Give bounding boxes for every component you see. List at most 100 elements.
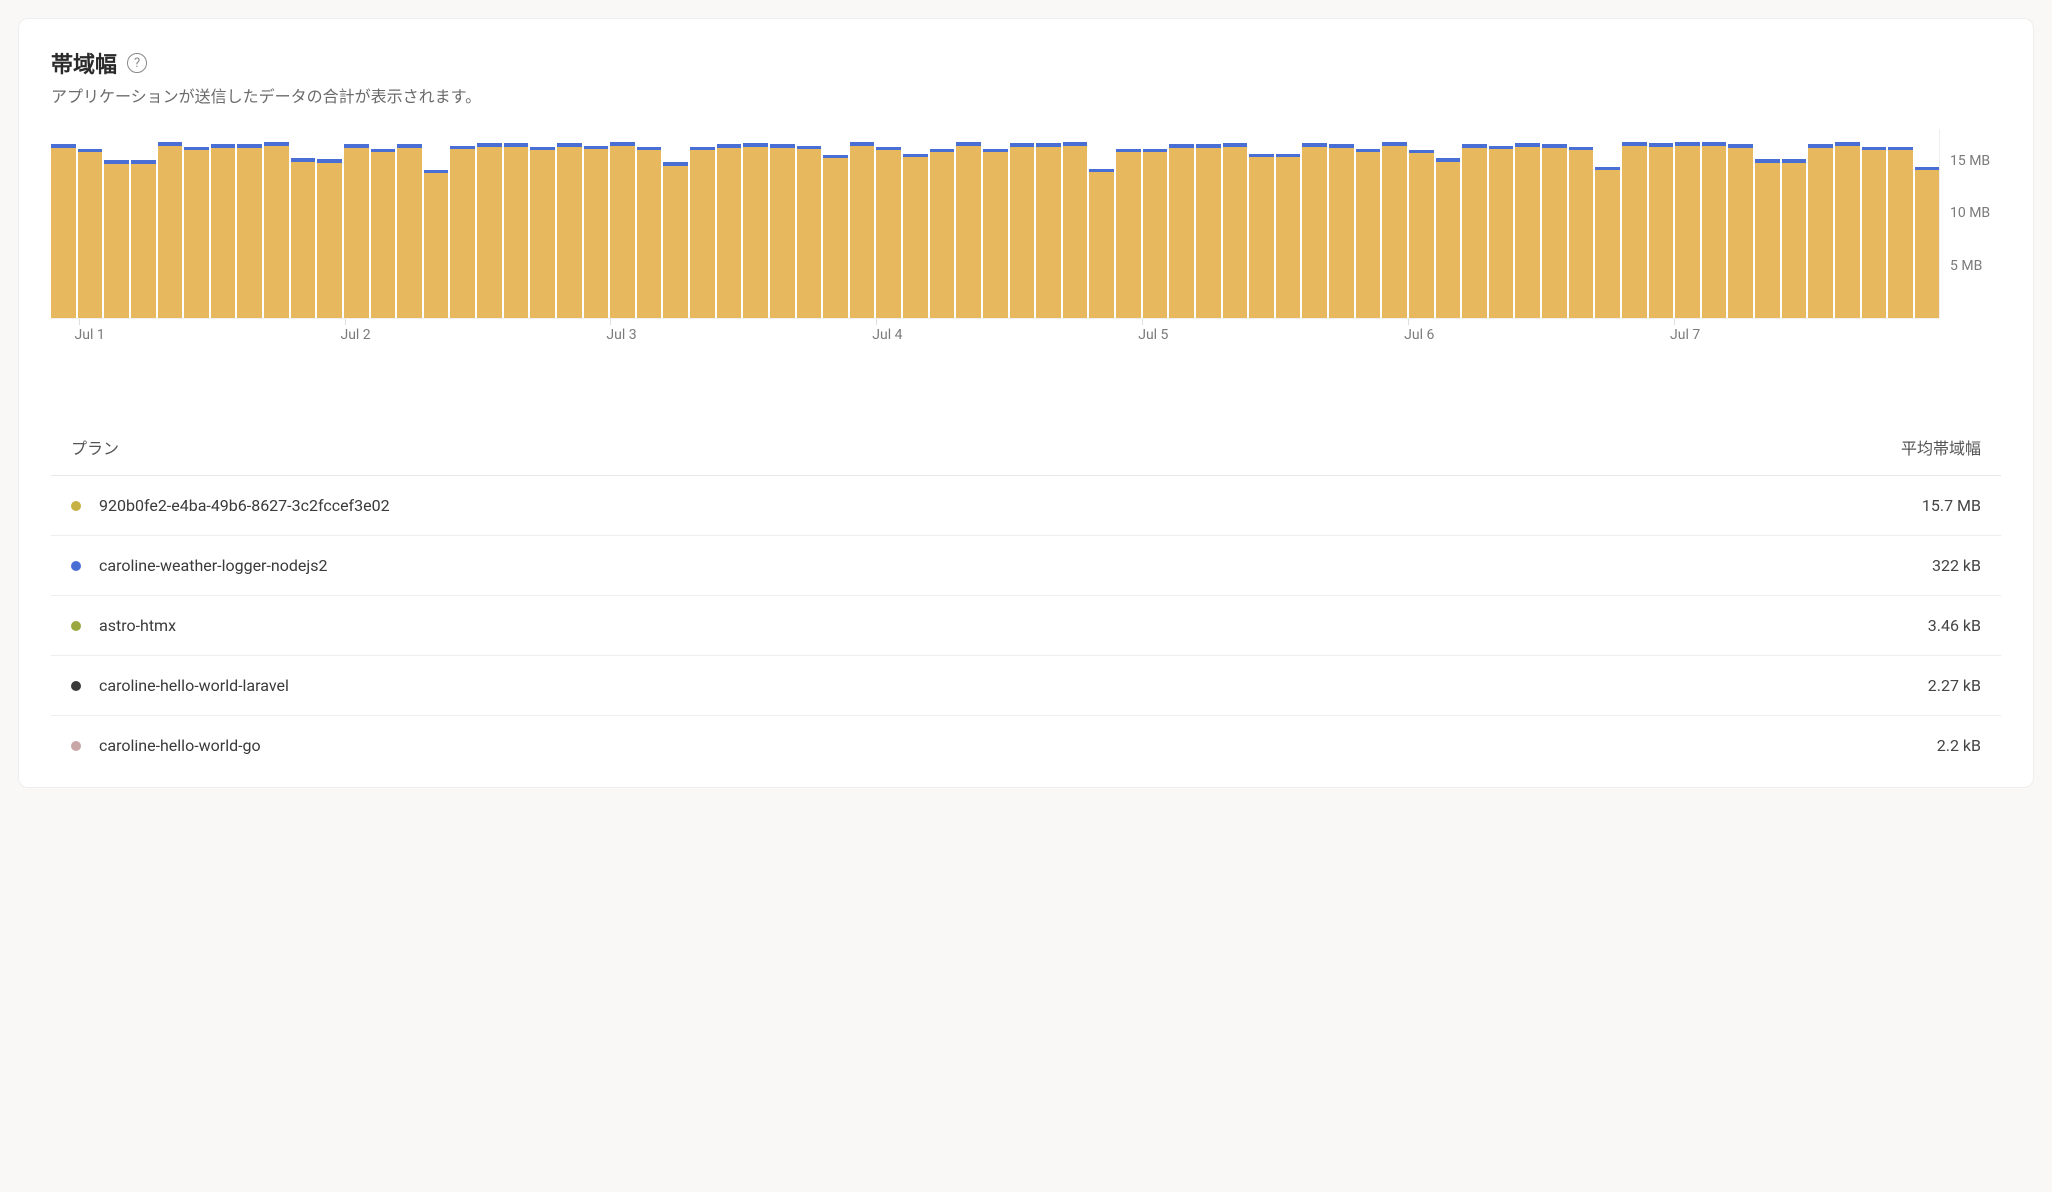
chart-bar[interactable] [1196,129,1221,318]
chart-bar[interactable] [371,129,396,318]
chart-bar[interactable] [450,129,475,318]
chart-bar[interactable] [1702,129,1727,318]
chart-bar[interactable] [1542,129,1567,318]
table-row[interactable]: caroline-hello-world-laravel2.27 kB [51,656,2001,716]
chart-bar-segment-primary [1223,147,1248,318]
chart-bar[interactable] [317,129,342,318]
chart-bar[interactable] [1302,129,1327,318]
chart-bar[interactable] [743,129,768,318]
chart-bar[interactable] [823,129,848,318]
chart-bar[interactable] [717,129,742,318]
chart-bar[interactable] [876,129,901,318]
chart-bar[interactable] [1036,129,1061,318]
chart-bar[interactable] [1249,129,1274,318]
chart-bar[interactable] [663,129,688,318]
chart-bar[interactable] [584,129,609,318]
plan-name: 920b0fe2-e4ba-49b6-8627-3c2fccef3e02 [99,496,390,515]
y-axis-tick: 5 MB [1950,258,1982,274]
help-icon[interactable]: ? [127,53,147,73]
chart-bar[interactable] [291,129,316,318]
chart-bar[interactable] [610,129,635,318]
chart-bar[interactable] [1143,129,1168,318]
chart-bar[interactable] [184,129,209,318]
chart-bar[interactable] [530,129,555,318]
chart-bar-segment-primary [1675,146,1700,318]
chart-bar-segment-primary [1063,146,1088,318]
chart-bar[interactable] [1169,129,1194,318]
chart-bar[interactable] [1595,129,1620,318]
y-axis-tick: 15 MB [1950,153,1990,169]
chart-bar-segment-primary [344,148,369,318]
chart-bar[interactable] [158,129,183,318]
chart-bar[interactable] [1223,129,1248,318]
chart-bar[interactable] [797,129,822,318]
chart-bar[interactable] [930,129,955,318]
chart-bar[interactable] [1089,129,1114,318]
chart-bar-segment-primary [1409,153,1434,318]
chart-bar[interactable] [1010,129,1035,318]
chart-bar[interactable] [850,129,875,318]
chart-bar-segment-primary [584,149,609,318]
chart-bar[interactable] [1755,129,1780,318]
table-row[interactable]: astro-htmx3.46 kB [51,596,2001,656]
chart-bar[interactable] [1116,129,1141,318]
chart-bar[interactable] [1622,129,1647,318]
chart-bar[interactable] [637,129,662,318]
chart-bar[interactable] [1808,129,1833,318]
chart-bar[interactable] [477,129,502,318]
chart-bar[interactable] [1862,129,1887,318]
chart-bar[interactable] [504,129,529,318]
table-row[interactable]: caroline-hello-world-go2.2 kB [51,716,2001,775]
chart-bar[interactable] [1782,129,1807,318]
chart-bar[interactable] [1329,129,1354,318]
chart-x-axis: Jul 1Jul 2Jul 3Jul 4Jul 5Jul 6Jul 7 [51,327,1939,349]
plan-value: 15.7 MB [1922,496,1981,515]
chart-bar[interactable] [1515,129,1540,318]
chart-bar[interactable] [1276,129,1301,318]
chart-bar-segment-primary [930,152,955,318]
chart-bar[interactable] [1436,129,1461,318]
chart-bar[interactable] [264,129,289,318]
chart-bar-segment-primary [1569,150,1594,318]
chart-bar[interactable] [1489,129,1514,318]
chart-bar[interactable] [131,129,156,318]
chart-bar[interactable] [1728,129,1753,318]
table-row[interactable]: 920b0fe2-e4ba-49b6-8627-3c2fccef3e02 15.7… [51,476,2001,536]
chart-bar-segment-primary [1196,148,1221,318]
chart-bar[interactable] [397,129,422,318]
chart-bar-segment-primary [1143,152,1168,318]
chart-bar-segment-primary [530,150,555,318]
chart-bar[interactable] [1675,129,1700,318]
chart-bar-segment-primary [690,150,715,318]
chart-bar-segment-primary [131,164,156,318]
chart-bar-segment-primary [876,150,901,318]
chart-bar[interactable] [1462,129,1487,318]
chart-bar[interactable] [1915,129,1940,318]
table-row-left: caroline-hello-world-go [71,736,261,755]
chart-bar-segment-primary [1436,162,1461,318]
chart-bar[interactable] [78,129,103,318]
chart-bar[interactable] [770,129,795,318]
chart-bar[interactable] [104,129,129,318]
chart-bar[interactable] [344,129,369,318]
chart-bar[interactable] [237,129,262,318]
chart-bar[interactable] [557,129,582,318]
chart-bar[interactable] [690,129,715,318]
chart-bar[interactable] [1649,129,1674,318]
chart-bar-segment-primary [477,147,502,318]
chart-bar-segment-primary [1356,152,1381,318]
table-row[interactable]: caroline-weather-logger-nodejs2322 kB [51,536,2001,596]
chart-bar[interactable] [1569,129,1594,318]
chart-bar[interactable] [956,129,981,318]
chart-bar[interactable] [211,129,236,318]
chart-bar[interactable] [903,129,928,318]
chart-bar[interactable] [1063,129,1088,318]
chart-bar[interactable] [1409,129,1434,318]
chart-bar[interactable] [1888,129,1913,318]
chart-bar[interactable] [51,129,76,318]
chart-bar[interactable] [1382,129,1407,318]
chart-bar[interactable] [1835,129,1860,318]
chart-bar[interactable] [424,129,449,318]
chart-bar[interactable] [1356,129,1381,318]
chart-bar[interactable] [983,129,1008,318]
